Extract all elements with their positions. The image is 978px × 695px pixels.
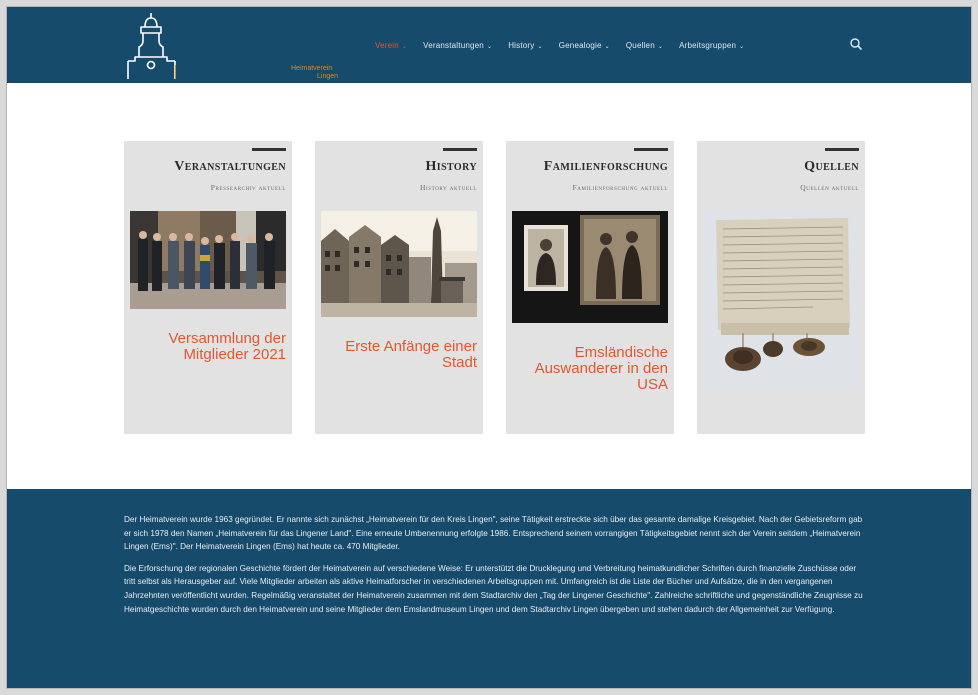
nav-item-genealogie[interactable]: Genealogie ⌄ <box>559 41 610 50</box>
nav-item-quellen[interactable]: Quellen ⌄ <box>626 41 663 50</box>
card-title: History <box>425 159 477 174</box>
feature-cards: Veranstaltungen Pressearchiv aktuell Ver… <box>124 141 866 435</box>
old-portrait-photos-image[interactable] <box>512 211 668 323</box>
card-link[interactable]: Versammlung der Mitglieder 2021 <box>128 331 286 363</box>
page-frame: Heimatverein Lingen Verein ⌄ Veranstaltun… <box>6 6 972 689</box>
group-photo <box>130 211 286 309</box>
card-familienforschung[interactable]: Familienforschung Familienforschung aktu… <box>506 141 674 434</box>
card-subtitle[interactable]: History aktuell <box>420 183 477 192</box>
card-title: Familienforschung <box>543 159 668 174</box>
site-logo[interactable]: Heimatverein Lingen <box>123 11 338 81</box>
nav-label: History <box>508 41 535 50</box>
chevron-down-icon: ⌄ <box>604 44 610 50</box>
card-accent-bar <box>252 148 286 151</box>
chevron-down-icon: ⌄ <box>657 44 664 50</box>
nav-label: Veranstaltungen <box>423 41 484 50</box>
chevron-down-icon: ⌄ <box>739 44 745 50</box>
nav-item-history[interactable]: History ⌄ <box>508 41 543 50</box>
card-title: Quellen <box>804 159 859 174</box>
chevron-down-icon: ⌄ <box>537 44 543 50</box>
card-subtitle[interactable]: Familienforschung aktuell <box>573 183 669 192</box>
about-section: Der Heimatverein wurde 1963 gegründet. E… <box>7 489 971 688</box>
nav-item-veranstaltungen[interactable]: Veranstaltungen ⌄ <box>423 41 492 50</box>
old-portrait-photos <box>512 211 668 323</box>
historic-document-with-seals <box>703 211 859 389</box>
church-tower-logo-icon <box>127 13 176 79</box>
site-header: Heimatverein Lingen Verein ⌄ Veranstaltun… <box>7 7 971 83</box>
nav-item-arbeitsgruppen[interactable]: Arbeitsgruppen ⌄ <box>679 41 744 50</box>
about-text: Der Heimatverein wurde 1963 gegründet. E… <box>124 513 864 616</box>
card-veranstaltungen[interactable]: Veranstaltungen Pressearchiv aktuell Ver… <box>124 141 292 434</box>
logo-text-line2: Lingen <box>317 73 339 80</box>
card-link[interactable]: Emsländische Auswanderer in den USA <box>510 345 668 393</box>
search-icon <box>850 38 863 51</box>
old-town-photo-image[interactable] <box>321 211 477 317</box>
card-subtitle[interactable]: Pressearchiv aktuell <box>211 183 286 192</box>
card-accent-bar <box>443 148 477 151</box>
nav-label: Verein <box>375 41 399 50</box>
card-accent-bar <box>634 148 668 151</box>
main-nav: Verein ⌄ Veranstaltungen ⌄ History ⌄ Geneal… <box>375 41 744 50</box>
card-history[interactable]: History History aktuell Erste Anfänge ei… <box>315 141 483 434</box>
card-link[interactable]: Erste Anfänge einer Stadt <box>319 339 477 371</box>
nav-label: Genealogie <box>558 41 602 50</box>
card-quellen[interactable]: Quellen Quellen aktuell <box>697 141 865 434</box>
nav-label: Quellen <box>625 41 655 50</box>
old-town-photo <box>321 211 477 317</box>
group-photo-image[interactable] <box>130 211 286 309</box>
card-subtitle[interactable]: Quellen aktuell <box>800 183 859 192</box>
nav-label: Arbeitsgruppen <box>679 41 737 50</box>
nav-item-verein[interactable]: Verein ⌄ <box>375 41 407 50</box>
logo-text-line1: Heimatverein <box>291 65 333 72</box>
card-title: Veranstaltungen <box>174 159 286 174</box>
about-paragraph-2: Die Erforschung der regionalen Geschicht… <box>124 563 863 614</box>
about-paragraph-1: Der Heimatverein wurde 1963 gegründet. E… <box>124 515 863 552</box>
historic-document-image[interactable] <box>703 211 859 389</box>
chevron-down-icon: ⌄ <box>486 44 493 50</box>
search-button[interactable] <box>849 37 863 51</box>
logo-text: Heimatverein Lingen <box>291 65 338 81</box>
card-accent-bar <box>825 148 859 151</box>
chevron-down-icon: ⌄ <box>401 44 408 50</box>
